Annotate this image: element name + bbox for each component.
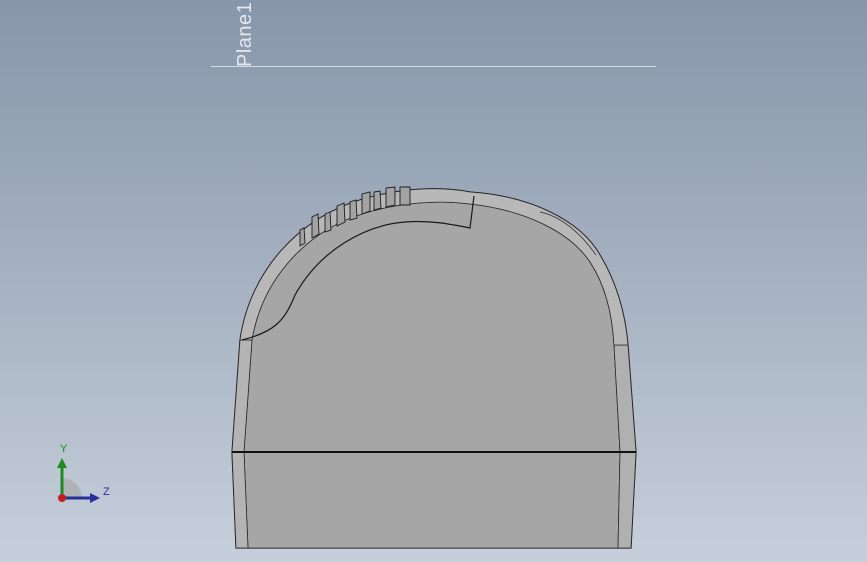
vent-slot [349, 199, 358, 221]
vent-slot [361, 191, 371, 215]
vent-slot [324, 211, 332, 233]
part-front-face[interactable] [243, 201, 621, 549]
graphics-viewport[interactable]: Plane1 Y Z [0, 0, 867, 562]
reference-triad[interactable]: Y Z [40, 440, 120, 510]
triad-graphic [57, 458, 100, 503]
vent-slot [311, 213, 320, 239]
triad-y-label: Y [60, 443, 68, 455]
vent-slot [299, 227, 306, 247]
vent-slot [399, 186, 411, 206]
vent-slot [336, 202, 346, 227]
part-model[interactable] [0, 0, 867, 562]
vent-slot [385, 186, 396, 208]
vent-slot [373, 190, 382, 211]
triad-z-label: Z [103, 486, 110, 498]
